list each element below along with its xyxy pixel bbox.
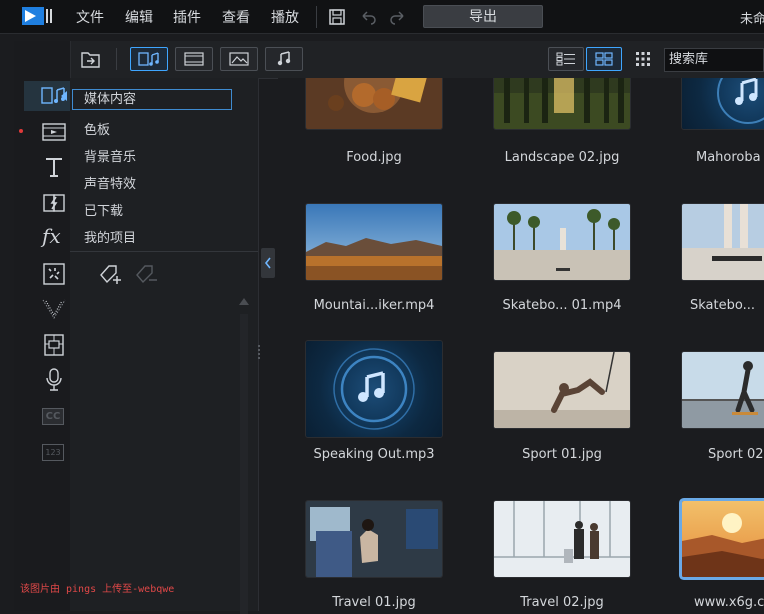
mountain-thumbnail-image: [306, 204, 442, 280]
transition-room-icon[interactable]: [40, 191, 68, 215]
media-caption: Sport 02: [708, 447, 764, 462]
library-item-sound-effects[interactable]: 声音特效: [84, 173, 136, 192]
captions-room-icon[interactable]: CC: [42, 408, 64, 425]
media-caption: Food.jpg: [346, 150, 402, 165]
media-filter-icon: [138, 52, 159, 66]
media-caption: Landscape 02.jpg: [504, 150, 620, 165]
media-grid: Food.jpg Landscape 02.jpg Mahoroba Mount…: [278, 78, 764, 611]
notification-dot: [19, 129, 23, 133]
library-toolbar: [70, 41, 764, 79]
filter-audio-button[interactable]: [265, 47, 303, 71]
save-icon[interactable]: [328, 8, 346, 26]
rail-active-pointer: [61, 91, 67, 101]
media-caption: Skatebo... 01.mp4: [502, 298, 622, 313]
menu-file[interactable]: 文件: [76, 7, 104, 27]
video-filter-icon: [184, 52, 204, 66]
skateboard-closeup-thumbnail-image: [682, 204, 764, 280]
chevron-left-icon: [264, 257, 271, 269]
food-thumbnail-image: [306, 78, 442, 129]
app-logo-icon[interactable]: [22, 6, 56, 26]
landscape-thumbnail-image: [494, 78, 630, 129]
library-scrollbar[interactable]: [240, 314, 248, 614]
collapse-panel-button[interactable]: [261, 248, 275, 278]
pip-room-icon[interactable]: [40, 297, 68, 321]
remove-tag-icon[interactable]: [133, 263, 159, 287]
grid-view-button[interactable]: [586, 47, 622, 71]
splitter-handle[interactable]: [258, 345, 262, 359]
grid-view-icon: [595, 52, 613, 66]
canyon-thumbnail-image: [682, 501, 764, 577]
menu-edit[interactable]: 编辑: [125, 7, 153, 27]
subtitle-layout-icon[interactable]: [40, 333, 68, 357]
media-caption: Travel 01.jpg: [332, 595, 416, 610]
library-search-input[interactable]: 搜索库: [664, 48, 764, 72]
library-item-color-board[interactable]: 色板: [84, 119, 110, 138]
media-caption: Skatebo...: [690, 298, 755, 313]
fx-room-icon[interactable]: fx: [42, 224, 61, 248]
thumbnail-size-icon[interactable]: [635, 51, 651, 67]
room-rail: fx CC 123: [14, 41, 71, 611]
media-caption: Sport 01.jpg: [522, 447, 602, 462]
filter-video-button[interactable]: [175, 47, 213, 71]
library-panel: 媒体内容 色板 背景音乐 声音特效 已下载 我的项目: [70, 78, 259, 614]
travel-train-thumbnail-image: [306, 501, 442, 577]
media-caption: Speaking Out.mp3: [313, 447, 435, 462]
media-thumbnail[interactable]: [682, 204, 764, 280]
media-thumbnail[interactable]: [494, 78, 630, 129]
add-tag-icon[interactable]: [97, 263, 123, 287]
media-thumbnail[interactable]: [306, 78, 442, 129]
sport-thumbnail-image: [494, 352, 630, 428]
audio-filter-icon: [277, 51, 291, 66]
media-thumbnail[interactable]: [494, 501, 630, 577]
travel-airport-thumbnail-image: [494, 501, 630, 577]
menu-separator: [316, 6, 317, 28]
export-button[interactable]: 导出: [423, 5, 543, 28]
particle-room-icon[interactable]: [40, 262, 68, 286]
sport-skater-thumbnail-image: [682, 352, 764, 428]
library-item-background-music[interactable]: 背景音乐: [84, 146, 136, 165]
menu-playback[interactable]: 播放: [271, 7, 299, 27]
library-item-my-projects[interactable]: 我的项目: [84, 227, 136, 246]
list-view-icon: [556, 52, 575, 66]
image-filter-icon: [229, 52, 249, 66]
media-caption: www.x6g.co: [694, 595, 764, 610]
menu-bar: 文件 编辑 插件 查看 播放 导出 未命: [0, 0, 764, 34]
media-thumbnail[interactable]: [306, 501, 442, 577]
media-thumbnail[interactable]: [306, 341, 442, 437]
media-thumbnail[interactable]: [494, 204, 630, 280]
media-caption: Travel 02.jpg: [520, 595, 604, 610]
watermark-text: 该图片由 pings 上传至-webqwe: [20, 584, 175, 595]
title-room-icon[interactable]: [40, 155, 68, 179]
media-thumbnail-selected[interactable]: [682, 501, 764, 577]
media-caption: Mahoroba: [696, 150, 761, 165]
menu-plugins[interactable]: 插件: [173, 7, 201, 27]
skateboard-thumbnail-image: [494, 204, 630, 280]
project-name: 未命: [740, 12, 764, 27]
media-thumbnail[interactable]: [494, 352, 630, 428]
chapter-room-icon[interactable]: 123: [42, 444, 64, 461]
import-media-icon[interactable]: [80, 50, 102, 70]
toolbar-separator: [116, 48, 117, 70]
media-thumbnail[interactable]: [682, 78, 764, 129]
filter-image-button[interactable]: [220, 47, 258, 71]
templates-room-icon[interactable]: [40, 120, 68, 144]
microphone-icon[interactable]: [40, 368, 68, 392]
filter-all-media-button[interactable]: [130, 47, 168, 71]
library-item-downloaded[interactable]: 已下载: [84, 200, 123, 219]
scroll-up-arrow[interactable]: [239, 298, 249, 305]
music-note-icon: [717, 78, 764, 124]
media-thumbnail[interactable]: [306, 204, 442, 280]
list-view-button[interactable]: [548, 47, 584, 71]
redo-icon[interactable]: [389, 8, 407, 26]
undo-icon[interactable]: [359, 8, 377, 26]
library-divider: [70, 251, 258, 252]
media-thumbnail[interactable]: [682, 352, 764, 428]
menu-view[interactable]: 查看: [222, 7, 250, 27]
library-item-media-content[interactable]: 媒体内容: [72, 89, 232, 110]
music-note-icon: [333, 348, 415, 430]
media-caption: Mountai...iker.mp4: [313, 298, 435, 313]
